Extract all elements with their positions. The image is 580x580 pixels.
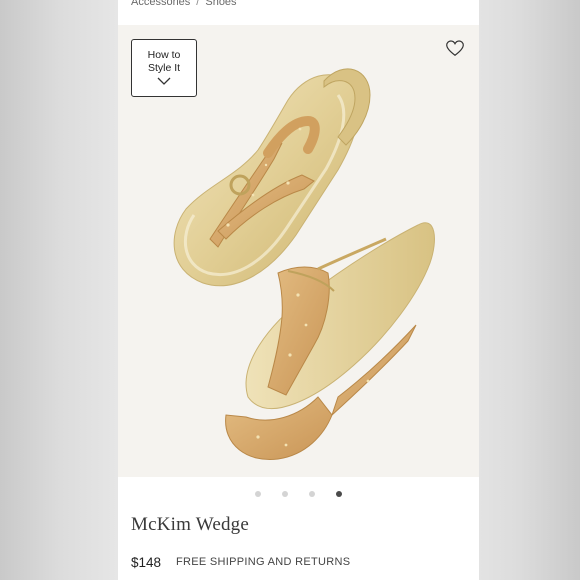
breadcrumb-separator: / — [196, 0, 200, 8]
shipping-note: FREE SHIPPING AND RETURNS — [176, 556, 351, 568]
carousel-dot[interactable] — [255, 491, 261, 497]
chevron-down-icon — [157, 77, 171, 85]
carousel-dot[interactable] — [336, 491, 342, 497]
carousel-indicators — [118, 491, 479, 501]
product-price: $148 — [131, 555, 162, 570]
how-to-style-it-label: How to Style It — [147, 49, 181, 74]
how-to-style-it-button[interactable]: How to Style It — [131, 39, 197, 97]
heart-outline-icon[interactable] — [446, 40, 464, 57]
sandal-left — [173, 68, 371, 287]
product-card: Accessories / Shoes How to Style It McKi… — [118, 0, 479, 580]
carousel-dot[interactable] — [309, 491, 315, 497]
breadcrumb-item-accessories[interactable]: Accessories — [131, 0, 190, 8]
carousel-dot[interactable] — [282, 491, 288, 497]
breadcrumb-item-shoes[interactable]: Shoes — [205, 0, 236, 8]
breadcrumb: Accessories / Shoes — [131, 0, 237, 8]
product-image-carousel[interactable]: How to Style It — [118, 25, 479, 477]
product-title: McKim Wedge — [131, 514, 249, 535]
